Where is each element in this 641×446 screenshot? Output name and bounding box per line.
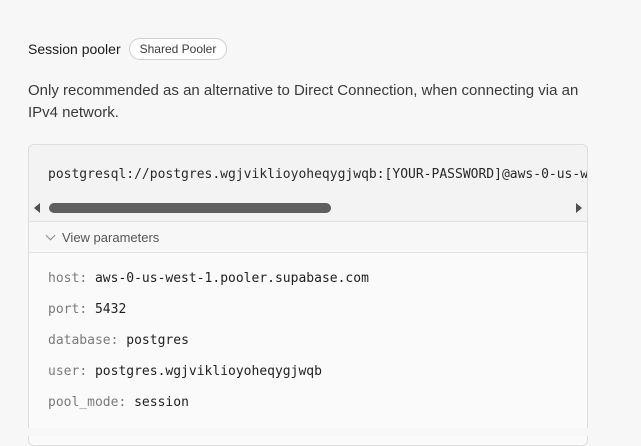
caret-left-icon[interactable] — [34, 203, 40, 213]
chevron-down-icon — [45, 230, 56, 240]
connection-box: postgresql://postgres.wgjviklioyoheqygjw… — [28, 144, 588, 446]
param-value[interactable]: postgres.wgjviklioyoheqygjwqb — [95, 364, 322, 379]
param-value[interactable]: 5432 — [95, 302, 126, 317]
param-pool-mode: pool_mode: session — [48, 395, 189, 410]
section-header: Session pooler Shared Pooler — [28, 38, 228, 60]
view-parameters-toggle[interactable]: View parameters — [29, 222, 587, 253]
param-key: database — [48, 333, 111, 348]
param-key: pool_mode — [48, 395, 119, 410]
param-key: host — [48, 271, 80, 286]
connection-string[interactable]: postgresql://postgres.wgjviklioyoheqygjw… — [48, 167, 587, 182]
connection-string-area: postgresql://postgres.wgjviklioyoheqygjw… — [29, 145, 587, 222]
pooler-type-badge: Shared Pooler — [128, 38, 228, 60]
param-key: user — [48, 364, 80, 379]
bottom-edge — [0, 428, 641, 436]
param-value[interactable]: aws-0-us-west-1.pooler.supabase.com — [95, 271, 369, 286]
scroll-thumb[interactable] — [49, 203, 331, 213]
section-title: Session pooler — [28, 41, 121, 57]
caret-right-icon[interactable] — [576, 203, 582, 213]
param-key: port — [48, 302, 80, 317]
param-user: user: postgres.wgjviklioyoheqygjwqb — [48, 364, 322, 379]
param-value[interactable]: session — [134, 395, 189, 410]
param-host: host: aws-0-us-west-1.pooler.supabase.co… — [48, 271, 369, 286]
section-description: Only recommended as an alternative to Di… — [28, 82, 579, 121]
view-parameters-label: View parameters — [62, 229, 160, 245]
parameters-list: host: aws-0-us-west-1.pooler.supabase.co… — [29, 253, 587, 415]
param-value[interactable]: postgres — [126, 333, 189, 348]
param-database: database: postgres — [48, 333, 189, 348]
session-pooler-panel: Session pooler Shared Pooler Only recomm… — [0, 0, 641, 446]
horizontal-scrollbar[interactable] — [29, 201, 587, 215]
param-port: port: 5432 — [48, 302, 127, 317]
